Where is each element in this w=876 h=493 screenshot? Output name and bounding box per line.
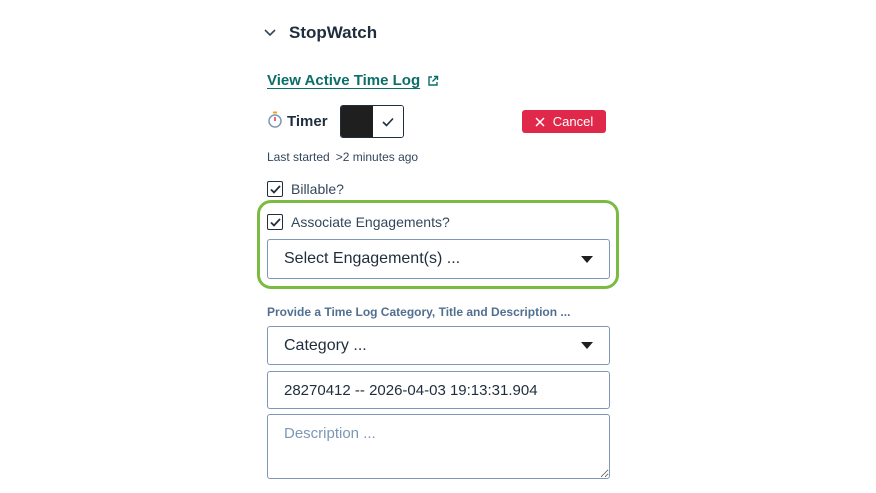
- engagement-select-value: Select Engagement(s) ...: [284, 250, 461, 267]
- toggle-check-icon: [372, 106, 403, 137]
- view-active-time-log-link[interactable]: View Active Time Log: [267, 72, 439, 89]
- chevron-down-icon[interactable]: [263, 26, 277, 40]
- last-started-label: Last started: [267, 150, 330, 164]
- external-link-icon: [427, 75, 439, 87]
- billable-checkbox[interactable]: [267, 181, 283, 197]
- cancel-button[interactable]: Cancel: [522, 110, 606, 133]
- stopwatch-section-header[interactable]: StopWatch: [263, 22, 377, 44]
- category-select[interactable]: Category ...: [267, 326, 610, 365]
- associate-engagements-checkbox[interactable]: [267, 214, 283, 230]
- timer-row: Timer: [267, 105, 404, 138]
- billable-option: Billable?: [267, 181, 344, 197]
- billable-label: Billable?: [291, 181, 344, 197]
- caret-down-icon: [581, 342, 593, 349]
- description-textarea[interactable]: [267, 414, 610, 479]
- stopwatch-icon: [267, 111, 283, 133]
- timer-label: Timer: [287, 113, 328, 130]
- last-started-status: Last started >2 minutes ago: [267, 150, 418, 164]
- last-started-value: >2 minutes ago: [335, 150, 419, 164]
- view-log-label: View Active Time Log: [267, 72, 421, 89]
- engagement-select[interactable]: Select Engagement(s) ...: [267, 239, 610, 279]
- section-title: StopWatch: [289, 23, 378, 42]
- toggle-knob: [340, 106, 373, 137]
- time-log-heading: Provide a Time Log Category, Title and D…: [267, 305, 571, 319]
- caret-down-icon: [581, 255, 593, 263]
- time-log-title-input[interactable]: [267, 371, 610, 409]
- associate-engagements-option: Associate Engagements?: [267, 214, 450, 230]
- cancel-label: Cancel: [552, 114, 594, 129]
- category-select-value: Category ...: [284, 336, 367, 354]
- associate-engagements-label: Associate Engagements?: [291, 214, 450, 230]
- close-icon: [535, 116, 545, 127]
- timer-toggle[interactable]: [339, 105, 404, 138]
